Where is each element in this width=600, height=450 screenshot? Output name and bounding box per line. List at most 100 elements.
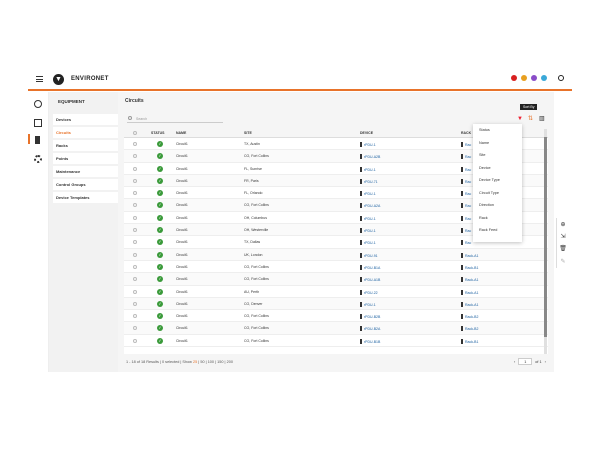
row-checkbox[interactable] — [133, 277, 137, 282]
header-device[interactable]: DEVICE — [360, 131, 373, 135]
rack-link[interactable]: Rac — [461, 154, 471, 160]
device-link[interactable]: rPDU-A2A — [360, 203, 380, 209]
rack-link[interactable]: Rack-B2 — [461, 314, 478, 320]
sort-option-device-type[interactable]: Device Type — [473, 174, 522, 187]
sort-option-device[interactable]: Device — [473, 162, 522, 175]
equipment-icon[interactable] — [35, 136, 40, 144]
filter-icon[interactable]: ▼ — [517, 116, 523, 122]
header-rack[interactable]: RACK — [461, 131, 471, 135]
row-checkbox[interactable] — [133, 191, 137, 196]
edit-icon[interactable]: ✎ — [557, 256, 569, 266]
device-link[interactable]: rPDU-71 — [360, 178, 378, 184]
add-icon[interactable]: ⊕ — [557, 219, 569, 229]
row-checkbox[interactable] — [133, 314, 137, 319]
sidebar-item-circuits[interactable]: Circuits — [53, 127, 118, 138]
page-size-50[interactable]: 50 — [200, 360, 204, 364]
select-all-checkbox[interactable] — [133, 131, 137, 135]
search-input[interactable]: Search — [127, 115, 223, 123]
table-row[interactable]: ✓ Circuit1 CO, Fort Collins rPDU-B2A Rack-B2 — [124, 322, 548, 335]
rack-link[interactable]: Rack-A1 — [461, 301, 478, 307]
row-checkbox[interactable] — [133, 240, 137, 245]
alarm-icon[interactable] — [511, 75, 517, 81]
page-size-100[interactable]: 100 — [208, 360, 214, 364]
notification-icon[interactable] — [531, 75, 537, 81]
next-page-icon[interactable]: › — [545, 360, 546, 364]
rack-link[interactable]: Rac — [461, 215, 471, 221]
rack-link[interactable]: Rac — [461, 228, 471, 234]
export-icon[interactable]: ⇲ — [557, 231, 569, 241]
scrollbar-thumb[interactable] — [544, 137, 547, 337]
row-checkbox[interactable] — [133, 142, 137, 146]
sort-option-direction[interactable]: Direction — [473, 199, 522, 212]
sidebar-item-points[interactable]: Points — [53, 153, 118, 164]
device-link[interactable]: rPDU-B2A — [360, 326, 380, 332]
rack-link[interactable]: Rack-B1 — [461, 264, 478, 270]
row-checkbox[interactable] — [133, 326, 137, 331]
sort-option-rack[interactable]: Rack — [473, 212, 522, 225]
device-link[interactable]: rPDU-B1B — [360, 338, 380, 344]
header-name[interactable]: NAME — [176, 131, 186, 135]
sort-option-status[interactable]: Status — [473, 124, 522, 137]
table-row[interactable]: ✓ Circuit1 UK, London rPDU-91 Rack-A1 — [124, 248, 548, 261]
device-link[interactable]: rPDU-1 — [360, 142, 376, 147]
rack-link[interactable]: Rack-A1 — [461, 252, 478, 258]
device-link[interactable]: rPDU-B1A — [360, 264, 380, 270]
table-row[interactable]: ✓ Circuit1 CO, Denver rPDU-1 Rack-A1 — [124, 297, 548, 311]
row-checkbox[interactable] — [133, 166, 137, 171]
device-link[interactable]: rPDU-1 — [360, 240, 376, 246]
rack-link[interactable]: Rack-A1 — [461, 277, 478, 283]
sidebar-item-device-templates[interactable]: Device Templates — [53, 192, 118, 203]
page-input[interactable]: 1 — [518, 358, 533, 365]
row-checkbox[interactable] — [133, 264, 137, 269]
device-link[interactable]: rPDU-1 — [360, 166, 376, 172]
rack-link[interactable]: Rac — [461, 166, 471, 172]
header-site[interactable]: SITE — [244, 131, 252, 135]
row-checkbox[interactable] — [133, 289, 137, 294]
row-checkbox[interactable] — [133, 301, 137, 306]
table-scrollbar[interactable] — [544, 129, 547, 354]
device-link[interactable]: rPDU-1 — [360, 301, 376, 307]
sort-option-site[interactable]: Site — [473, 149, 522, 162]
dashboard-icon[interactable] — [34, 119, 42, 127]
warning-icon[interactable] — [521, 75, 527, 81]
row-checkbox[interactable] — [133, 154, 137, 159]
prev-page-icon[interactable]: ‹ — [514, 360, 515, 364]
row-checkbox[interactable] — [133, 178, 137, 183]
rack-link[interactable]: Rac — [461, 142, 471, 147]
sidebar-item-devices[interactable]: Devices — [53, 114, 118, 125]
rack-link[interactable]: Rack-B1 — [461, 338, 478, 344]
rack-link[interactable]: Rac — [461, 240, 471, 246]
settings-gear-icon[interactable] — [34, 155, 42, 163]
table-row[interactable]: ✓ Circuit1 CO, Fort Collins rPDU-B2B Rack-B2 — [124, 310, 548, 323]
header-status[interactable]: STATUS — [151, 131, 164, 135]
sort-option-rack-feed[interactable]: Rack Feed — [473, 224, 522, 237]
row-checkbox[interactable] — [133, 215, 137, 220]
page-size-25[interactable]: 25 — [193, 360, 197, 364]
sidebar-item-control-groups[interactable]: Control Groups — [53, 179, 118, 190]
table-row[interactable]: ✓ Circuit1 CO, Fort Collins rPDU-B1A Rack-B1 — [124, 261, 548, 274]
rack-link[interactable]: Rac — [461, 191, 471, 197]
table-row[interactable]: ✓ Circuit1 AU, Perth rPDU-22 Rack-A1 — [124, 286, 548, 298]
columns-icon[interactable]: ▥ — [539, 116, 545, 122]
row-checkbox[interactable] — [133, 338, 137, 343]
rack-link[interactable]: Rac — [461, 178, 471, 184]
device-link[interactable]: rPDU-1 — [360, 191, 376, 197]
device-link[interactable]: rPDU-91 — [360, 252, 378, 258]
rack-link[interactable]: Rack-A1 — [461, 289, 478, 295]
row-checkbox[interactable] — [133, 252, 137, 257]
device-link[interactable]: rPDU-A1B — [360, 277, 380, 283]
sidebar-item-racks[interactable]: Racks — [53, 140, 118, 151]
page-size-150[interactable]: 150 — [217, 360, 223, 364]
device-link[interactable]: rPDU-B2B — [360, 314, 380, 320]
device-link[interactable]: rPDU-A2B — [360, 154, 380, 160]
sort-icon[interactable]: ⇅ — [528, 116, 533, 122]
device-link[interactable]: rPDU-1 — [360, 228, 376, 234]
sort-option-circuit-type[interactable]: Circuit Type — [473, 187, 522, 200]
hamburger-menu-icon[interactable] — [36, 76, 43, 82]
device-link[interactable]: rPDU-1 — [360, 215, 376, 221]
page-size-200[interactable]: 200 — [227, 360, 233, 364]
device-link[interactable]: rPDU-22 — [360, 289, 378, 295]
row-checkbox[interactable] — [133, 203, 137, 208]
globe-icon[interactable] — [34, 100, 42, 108]
rack-link[interactable]: Rac — [461, 203, 471, 209]
